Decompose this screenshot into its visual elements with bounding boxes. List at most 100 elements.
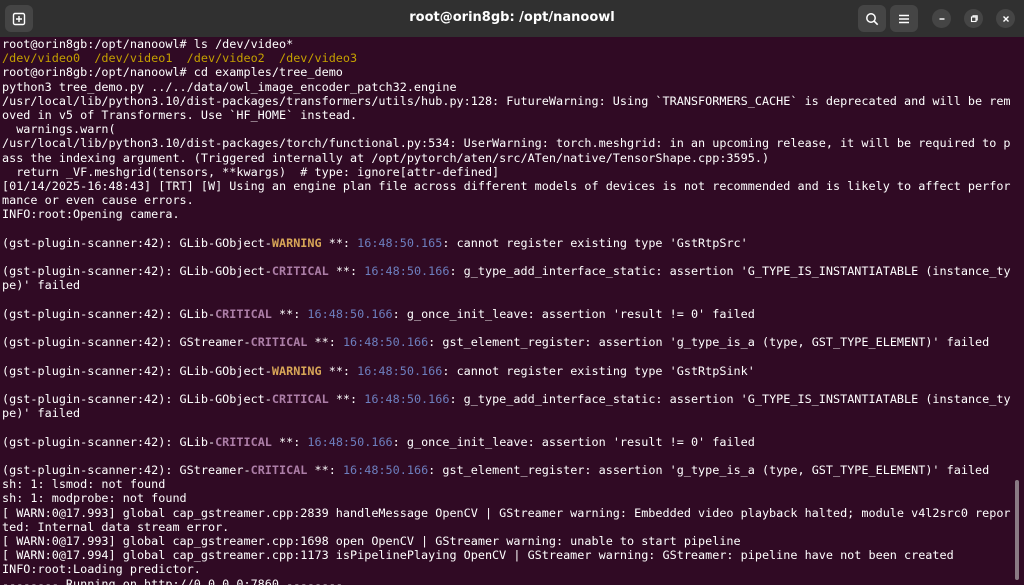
line-text: : g_once_init_leave: assertion 'result !… bbox=[392, 306, 755, 321]
restore-button[interactable] bbox=[964, 9, 983, 28]
line-text: **: bbox=[328, 392, 365, 406]
terminal-line: ass the indexing argument. (Triggered in… bbox=[2, 151, 769, 165]
line-text: **: bbox=[307, 463, 343, 477]
line-text: (gst-plugin-scanner:42): GStreamer- bbox=[2, 463, 251, 477]
line-text: [ WARN:0@17.993] global cap_gstreamer.cp… bbox=[2, 505, 1011, 520]
minimize-icon bbox=[939, 17, 944, 20]
line-text: ass the indexing argument. (Triggered in… bbox=[2, 150, 770, 165]
terminal-line: INFO:root:Opening camera. bbox=[2, 207, 180, 221]
terminal-line: (gst-plugin-scanner:42): GStreamer-CRITI… bbox=[2, 335, 989, 349]
close-button[interactable] bbox=[996, 9, 1015, 28]
terminal-line: [01/14/2025-16:48:43] [TRT] [W] Using an… bbox=[2, 179, 1011, 193]
close-icon bbox=[1002, 15, 1009, 22]
terminal-line: (gst-plugin-scanner:42): GLib-GObject-CR… bbox=[2, 392, 1011, 406]
line-text: (gst-plugin-scanner:42): GLib-GObject- bbox=[2, 264, 272, 279]
terminal-line: [ WARN:0@17.993] global cap_gstreamer.cp… bbox=[2, 506, 1011, 520]
hamburger-menu-icon bbox=[899, 14, 909, 23]
terminal-line: pe)' failed bbox=[2, 278, 80, 292]
terminal-line: (gst-plugin-scanner:42): GLib-CRITICAL *… bbox=[2, 435, 755, 449]
minimize-button[interactable] bbox=[932, 9, 951, 28]
log-timestamp: 16:48:50.166 bbox=[307, 306, 393, 321]
terminal-line: pe)' failed bbox=[2, 406, 80, 420]
terminal-line: /usr/local/lib/python3.10/dist-packages/… bbox=[2, 94, 1011, 108]
line-text: /usr/local/lib/python3.10/dist-packages/… bbox=[2, 93, 1011, 108]
terminal-line: return _VF.meshgrid(tensors, **kwargs) #… bbox=[2, 165, 499, 179]
search-button[interactable] bbox=[858, 5, 886, 32]
log-timestamp: 16:48:50.166 bbox=[307, 434, 393, 449]
terminal-line: /usr/local/lib/python3.10/dist-packages/… bbox=[2, 136, 1011, 150]
log-level: CRITICAL bbox=[250, 335, 308, 350]
line-text: **: bbox=[328, 264, 365, 279]
line-text: (gst-plugin-scanner:42): GLib-GObject- bbox=[2, 363, 272, 378]
log-level: WARNING bbox=[271, 235, 322, 250]
line-text: INFO:root:Loading predictor. bbox=[2, 562, 201, 577]
line-text: mance or even cause errors. bbox=[2, 193, 194, 208]
line-text: **: bbox=[271, 306, 308, 321]
log-level: WARNING bbox=[271, 363, 322, 378]
line-text: **: bbox=[307, 335, 343, 350]
terminal-line: sh: 1: modprobe: not found bbox=[2, 491, 187, 505]
log-timestamp: 16:48:50.166 bbox=[342, 463, 429, 477]
line-text: warnings.warn( bbox=[2, 122, 116, 137]
line-text: : g_type_add_interface_static: assertion… bbox=[449, 264, 1011, 279]
line-text: : gst_element_register: assertion 'g_typ… bbox=[428, 335, 990, 350]
terminal-line: [ WARN:0@17.994] global cap_gstreamer.cp… bbox=[2, 548, 954, 562]
line-text: pe)' failed bbox=[2, 406, 81, 421]
log-timestamp: 16:48:50.166 bbox=[357, 363, 443, 378]
terminal-line: python3 tree_demo.py ../../data/owl_imag… bbox=[2, 80, 457, 94]
log-level: CRITICAL bbox=[271, 264, 329, 279]
line-text: pe)' failed bbox=[2, 278, 81, 293]
terminal-line: mance or even cause errors. bbox=[2, 193, 194, 207]
terminal-line: (gst-plugin-scanner:42): GLib-CRITICAL *… bbox=[2, 307, 755, 321]
terminal-line: /dev/video0 /dev/video1 /dev/video2 /dev… bbox=[2, 51, 357, 65]
line-text: sh: 1: modprobe: not found bbox=[2, 491, 187, 506]
terminal-line: warnings.warn( bbox=[2, 122, 116, 137]
line-text: /usr/local/lib/python3.10/dist-packages/… bbox=[2, 136, 1011, 151]
line-text: (gst-plugin-scanner:42): GLib-GObject- bbox=[2, 235, 272, 250]
search-icon bbox=[866, 12, 879, 25]
scrollbar[interactable] bbox=[1015, 480, 1019, 580]
line-text: [ WARN:0@17.993] global cap_gstreamer.cp… bbox=[2, 534, 741, 548]
line-text: -------- Running on http://0.0.0.0:7860 … bbox=[2, 576, 343, 585]
log-timestamp: 16:48:50.166 bbox=[364, 264, 450, 279]
log-level: CRITICAL bbox=[271, 392, 329, 406]
line-text: : g_once_init_leave: assertion 'result !… bbox=[392, 434, 755, 449]
line-text: : cannot register existing type 'GstRtpS… bbox=[442, 235, 748, 250]
line-text: return _VF.meshgrid(tensors, **kwargs) #… bbox=[2, 164, 500, 179]
line-text: ted: Internal data stream error. bbox=[2, 519, 230, 534]
line-text: **: bbox=[321, 363, 358, 378]
terminal-line: (gst-plugin-scanner:42): GLib-GObject-WA… bbox=[2, 364, 755, 378]
terminal-line: (gst-plugin-scanner:42): GStreamer-CRITI… bbox=[2, 463, 989, 477]
line-text: (gst-plugin-scanner:42): GLib- bbox=[2, 434, 216, 449]
line-text: : gst_element_register: assertion 'g_typ… bbox=[428, 463, 990, 477]
log-timestamp: 16:48:50.165 bbox=[357, 235, 443, 250]
terminal-line: root@orin8gb:/opt/nanoowl# ls /dev/video… bbox=[2, 37, 293, 51]
line-text: [01/14/2025-16:48:43] [TRT] [W] Using an… bbox=[2, 179, 1011, 193]
line-text: root@orin8gb:/opt/nanoowl# ls /dev/video… bbox=[2, 37, 294, 51]
line-text: python3 tree_demo.py ../../data/owl_imag… bbox=[2, 79, 457, 94]
log-level: CRITICAL bbox=[215, 434, 272, 449]
title-bar: root@orin8gb: /opt/nanoowl bbox=[0, 0, 1024, 37]
restore-icon bbox=[970, 14, 978, 22]
terminal-output[interactable]: root@orin8gb:/opt/nanoowl# ls /dev/video… bbox=[0, 37, 1024, 585]
line-text: **: bbox=[321, 235, 358, 250]
terminal-line: ted: Internal data stream error. bbox=[2, 520, 229, 534]
menu-button[interactable] bbox=[890, 5, 918, 32]
line-text: [ WARN:0@17.994] global cap_gstreamer.cp… bbox=[2, 548, 954, 563]
line-text: INFO:root:Opening camera. bbox=[2, 207, 180, 222]
line-text: (gst-plugin-scanner:42): GLib- bbox=[2, 306, 216, 321]
line-text: : cannot register existing type 'GstRtpS… bbox=[442, 363, 755, 378]
line-text: **: bbox=[271, 434, 308, 449]
terminal-line: sh: 1: lsmod: not found bbox=[2, 477, 165, 491]
terminal-line: INFO:root:Loading predictor. bbox=[2, 562, 201, 576]
terminal-line: (gst-plugin-scanner:42): GLib-GObject-WA… bbox=[2, 236, 748, 250]
line-text: : g_type_add_interface_static: assertion… bbox=[449, 392, 1011, 406]
terminal-line: root@orin8gb:/opt/nanoowl# cd examples/t… bbox=[2, 65, 343, 79]
log-timestamp: 16:48:50.166 bbox=[342, 335, 429, 350]
line-text: oved in v5 of Transformers. Use `HF_HOME… bbox=[2, 108, 358, 122]
line-text: sh: 1: lsmod: not found bbox=[2, 477, 166, 492]
terminal-line: (gst-plugin-scanner:42): GLib-GObject-CR… bbox=[2, 264, 1011, 278]
dev-video-listing: /dev/video0 /dev/video1 /dev/video2 /dev… bbox=[2, 51, 358, 66]
line-text: (gst-plugin-scanner:42): GLib-GObject- bbox=[2, 392, 272, 406]
terminal-line: [ WARN:0@17.993] global cap_gstreamer.cp… bbox=[2, 534, 741, 548]
